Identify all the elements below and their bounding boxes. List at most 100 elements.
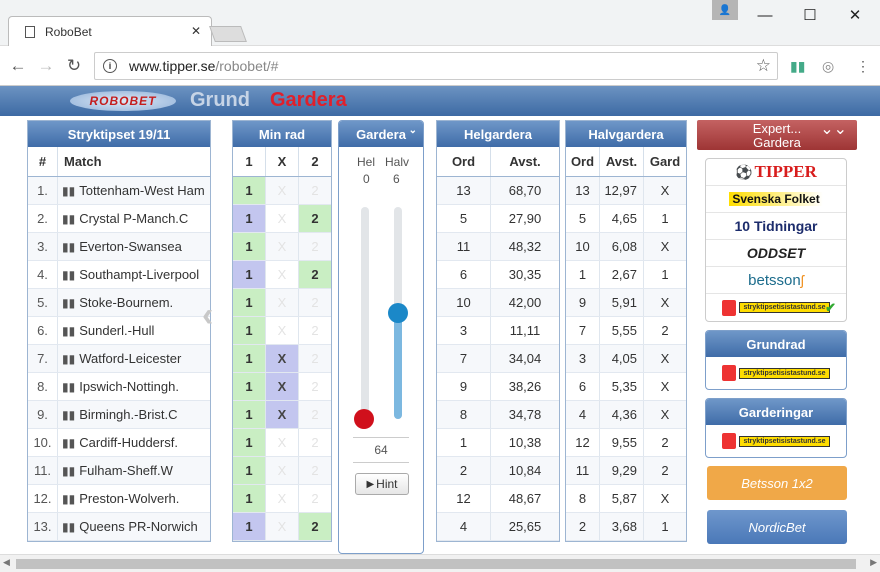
pick-1-cell[interactable]: 1 [233,429,266,456]
match-cell[interactable]: ▮▮ Southampt-Liverpool [58,261,210,288]
match-cell[interactable]: ▮▮ Watford-Leicester [58,345,210,372]
pick-1-cell[interactable]: 1 [233,345,266,372]
match-cell[interactable]: ▮▮ Cardiff-Huddersf. [58,429,210,456]
brand-oddset[interactable]: ODDSET [706,240,846,267]
match-cell[interactable]: ▮▮ Everton-Swansea [58,233,210,260]
match-cell[interactable]: ▮▮ Fulham-Sheff.W [58,457,210,484]
pick-x-cell[interactable]: X [266,513,299,540]
bar-chart-icon[interactable]: ▮▮ [62,520,75,534]
bar-chart-icon[interactable]: ▮▮ [62,240,75,254]
chart-extension-icon[interactable]: ▮▮ [790,58,805,75]
pick-2-cell[interactable]: 2 [299,233,331,260]
pick-2-cell[interactable]: 2 [299,485,331,512]
pick-2-cell[interactable]: 2 [299,401,331,428]
extension-icon[interactable]: ◎ [822,58,834,75]
pick-x-cell[interactable]: X [266,345,299,372]
pick-2-cell[interactable]: 2 [299,177,331,204]
new-tab-button[interactable] [209,26,247,42]
brand-stryktipset[interactable]: stryktipsetisistastund.se ✔ [706,294,846,321]
betsson-button[interactable]: Betsson 1x2 [707,466,847,500]
grundrad-box[interactable]: Grundrad stryktipsetisistastund.se [705,330,847,390]
brand-svenska-folket[interactable]: Svenska Folket [706,186,846,213]
match-cell[interactable]: ▮▮ Crystal P-Manch.C [58,205,210,232]
hel-slider-handle[interactable] [354,409,374,429]
garderingar-box[interactable]: Garderingar stryktipsetisistastund.se [705,398,847,458]
pick-x-cell[interactable]: X [266,205,299,232]
expert-dropdown[interactable]: Expert... Gardera ⌄⌄ [697,120,857,150]
bar-chart-icon[interactable]: ▮▮ [62,324,75,338]
match-cell[interactable]: ▮▮ Ipswich-Nottingh. [58,373,210,400]
match-cell[interactable]: ▮▮ Stoke-Bournem. [58,289,210,316]
back-icon[interactable]: ← [6,54,30,78]
minimize-icon[interactable]: — [750,4,780,26]
pick-x-cell[interactable]: X [266,373,299,400]
pick-1-cell[interactable]: 1 [233,373,266,400]
pick-x-cell[interactable]: X [266,401,299,428]
pick-x-cell[interactable]: X [266,429,299,456]
pick-1-cell[interactable]: 1 [233,457,266,484]
pick-1-cell[interactable]: 1 [233,261,266,288]
pick-2-cell[interactable]: 2 [299,513,331,540]
halv-slider-handle[interactable] [388,303,408,323]
pick-2-cell[interactable]: 2 [299,457,331,484]
browser-tab[interactable]: RoboBet ✕ [8,16,212,46]
maximize-icon[interactable]: ☐ [795,4,825,26]
forward-icon[interactable]: → [34,54,58,78]
close-window-icon[interactable]: ✕ [840,4,870,26]
pick-1-cell[interactable]: 1 [233,513,266,540]
pick-2-cell[interactable]: 2 [299,261,331,288]
pick-x-cell[interactable]: X [266,233,299,260]
pick-2-cell[interactable]: 2 [299,317,331,344]
pick-x-cell[interactable]: X [266,485,299,512]
gardera-dropdown[interactable]: Gardera ⌄ [339,121,423,147]
profile-icon[interactable]: 👤 [712,0,738,20]
scroll-left-icon[interactable]: ◀ [3,557,10,568]
brand-tipper[interactable]: ⚽ TIPPER [706,159,846,186]
pick-1-cell[interactable]: 1 [233,401,266,428]
match-cell[interactable]: ▮▮ Tottenham-West Ham [58,177,210,204]
scroll-right-icon[interactable]: ▶ [870,557,877,568]
match-cell[interactable]: ▮▮ Sunderl.-Hull [58,317,210,344]
pick-1-cell[interactable]: 1 [233,205,266,232]
match-cell[interactable]: ▮▮ Birmingh.-Brist.C [58,401,210,428]
pick-1-cell[interactable]: 1 [233,177,266,204]
pick-1-cell[interactable]: 1 [233,317,266,344]
info-icon[interactable]: i [103,59,117,73]
horizontal-scrollbar[interactable]: ◀ ▶ [0,554,880,572]
scrollbar-thumb[interactable] [16,559,856,569]
bar-chart-icon[interactable]: ▮▮ [62,408,75,422]
address-bar[interactable]: i www.tipper.se/robobet/# ☆ [94,52,778,80]
brand-betsson[interactable]: betsson ʃ [706,267,846,294]
bar-chart-icon[interactable]: ▮▮ [62,492,75,506]
menu-icon[interactable]: ⋮ [856,58,870,75]
pick-x-cell[interactable]: X [266,177,299,204]
match-cell[interactable]: ▮▮ Preston-Wolverh. [58,485,210,512]
pick-2-cell[interactable]: 2 [299,429,331,456]
reload-icon[interactable]: ↻ [62,54,86,78]
pick-2-cell[interactable]: 2 [299,345,331,372]
bookmark-star-icon[interactable]: ☆ [756,56,771,76]
bar-chart-icon[interactable]: ▮▮ [62,436,75,450]
pick-1-cell[interactable]: 1 [233,485,266,512]
pick-2-cell[interactable]: 2 [299,373,331,400]
chevron-left-icon[interactable]: ‹ [202,296,213,335]
tab-close-icon[interactable]: ✕ [191,24,201,38]
hint-button[interactable]: ▶ Hint [355,473,409,495]
bar-chart-icon[interactable]: ▮▮ [62,352,75,366]
pick-1-cell[interactable]: 1 [233,289,266,316]
gardera-tab[interactable]: Gardera [270,89,347,112]
pick-x-cell[interactable]: X [266,289,299,316]
bar-chart-icon[interactable]: ▮▮ [62,268,75,282]
match-cell[interactable]: ▮▮ Queens PR-Norwich [58,513,210,540]
bar-chart-icon[interactable]: ▮▮ [62,296,75,310]
pick-x-cell[interactable]: X [266,317,299,344]
grund-tab[interactable]: Grund [190,89,250,112]
pick-2-cell[interactable]: 2 [299,289,331,316]
pick-1-cell[interactable]: 1 [233,233,266,260]
robobet-logo[interactable]: ROBOBET [70,91,176,111]
brand-10-tidningar[interactable]: 10 Tidningar [706,213,846,240]
pick-x-cell[interactable]: X [266,457,299,484]
bar-chart-icon[interactable]: ▮▮ [62,184,75,198]
hel-slider-track[interactable] [361,207,369,419]
bar-chart-icon[interactable]: ▮▮ [62,464,75,478]
